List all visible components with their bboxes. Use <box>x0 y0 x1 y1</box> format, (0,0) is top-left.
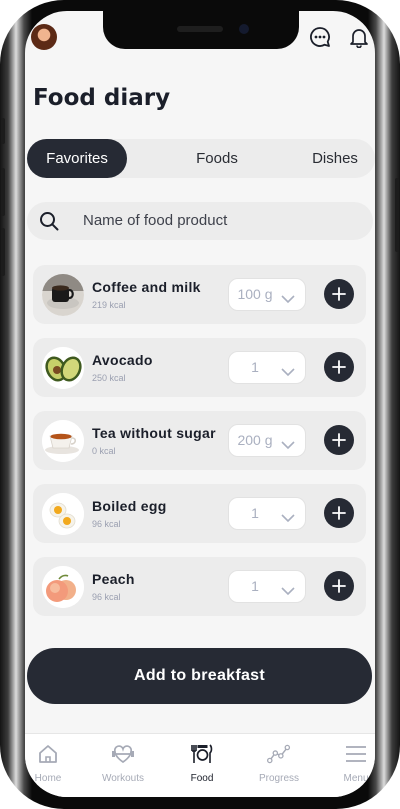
add-item-button[interactable] <box>324 425 354 455</box>
nav-label: Menu <box>343 773 369 784</box>
front-camera <box>239 24 249 34</box>
food-item-avocado[interactable]: Avocado 250 kcal 1 <box>33 338 366 397</box>
progress-chart-icon <box>267 742 291 766</box>
search-icon <box>39 211 59 235</box>
user-avatar[interactable] <box>31 24 57 50</box>
plus-icon <box>332 506 346 520</box>
quantity-select[interactable]: 200 g <box>228 424 306 457</box>
nav-food[interactable]: Food <box>167 734 237 797</box>
nav-home[interactable]: Home <box>25 734 83 797</box>
speaker-grille <box>177 26 223 32</box>
search-input[interactable]: Name of food product <box>27 202 373 240</box>
food-name: Coffee and milk <box>92 279 201 295</box>
add-item-button[interactable] <box>324 352 354 382</box>
add-item-button[interactable] <box>324 498 354 528</box>
food-name: Avocado <box>92 352 153 368</box>
quantity-select[interactable]: 1 <box>228 497 306 530</box>
nav-label: Progress <box>258 773 299 784</box>
food-calories: 0 kcal <box>92 446 116 456</box>
nav-label: Food <box>190 773 214 784</box>
hamburger-menu-icon <box>344 742 368 766</box>
category-tabs: Favorites Foods Dishes <box>27 139 375 178</box>
tea-cup-image <box>42 420 84 462</box>
food-item-boiled-egg[interactable]: Boiled egg 96 kcal 1 <box>33 484 366 543</box>
food-calories: 250 kcal <box>92 373 126 383</box>
plus-icon <box>332 287 346 301</box>
notch <box>103 11 299 49</box>
chevron-down-icon <box>281 362 295 381</box>
plus-icon <box>332 360 346 374</box>
dumbbell-heart-icon <box>111 742 135 766</box>
chevron-down-icon <box>281 435 295 454</box>
add-item-button[interactable] <box>324 279 354 309</box>
tab-dishes[interactable]: Dishes <box>295 139 375 178</box>
quantity-value: 1 <box>251 505 259 521</box>
nav-progress[interactable]: Progress <box>244 734 314 797</box>
nav-label: Workouts <box>101 773 145 784</box>
chevron-down-icon <box>281 581 295 600</box>
add-to-breakfast-button[interactable]: Add to breakfast <box>27 648 372 704</box>
app-screen: Food diary Favorites Foods Dishes Name o… <box>25 11 375 797</box>
food-item-tea-without-sugar[interactable]: Tea without sugar 0 kcal 200 g <box>33 411 366 470</box>
bell-icon[interactable] <box>347 25 371 49</box>
tab-foods[interactable]: Foods <box>177 139 257 178</box>
coffee-cup-image <box>42 274 84 316</box>
chevron-down-icon <box>281 289 295 308</box>
quantity-select[interactable]: 1 <box>228 351 306 384</box>
chat-bubble-icon[interactable] <box>308 25 332 49</box>
chevron-down-icon <box>281 508 295 527</box>
food-calories: 96 kcal <box>92 592 121 602</box>
home-icon <box>36 742 60 766</box>
food-name: Peach <box>92 571 135 587</box>
add-item-button[interactable] <box>324 571 354 601</box>
food-calories: 219 kcal <box>92 300 126 310</box>
avocado-image <box>42 347 84 389</box>
quantity-value: 1 <box>251 359 259 375</box>
food-name: Tea without sugar <box>92 425 216 441</box>
page-title: Food diary <box>33 85 171 111</box>
phone-frame: Food diary Favorites Foods Dishes Name o… <box>0 0 400 809</box>
fork-knife-plate-icon <box>190 742 214 766</box>
nav-label: Home <box>34 773 62 784</box>
food-calories: 96 kcal <box>92 519 121 529</box>
quantity-value: 100 g <box>237 286 273 302</box>
plus-icon <box>332 433 346 447</box>
peach-image <box>42 566 84 608</box>
nav-menu[interactable]: Menu <box>321 734 375 797</box>
quantity-value: 1 <box>251 578 259 594</box>
food-item-peach[interactable]: Peach 96 kcal 1 <box>33 557 366 616</box>
tab-favorites[interactable]: Favorites <box>27 139 127 178</box>
nav-workouts[interactable]: Workouts <box>88 734 158 797</box>
quantity-value: 200 g <box>237 432 273 448</box>
boiled-egg-image <box>42 493 84 535</box>
volume-down-button <box>1 228 5 276</box>
plus-icon <box>332 579 346 593</box>
search-placeholder: Name of food product <box>83 212 228 229</box>
quantity-select[interactable]: 1 <box>228 570 306 603</box>
power-button <box>395 178 399 252</box>
silent-switch <box>1 118 5 144</box>
bottom-nav: Home Workouts Food Progress Menu <box>25 733 375 797</box>
volume-up-button <box>1 168 5 216</box>
quantity-select[interactable]: 100 g <box>228 278 306 311</box>
food-name: Boiled egg <box>92 498 167 514</box>
food-item-coffee-and-milk[interactable]: Coffee and milk 219 kcal 100 g <box>33 265 366 324</box>
